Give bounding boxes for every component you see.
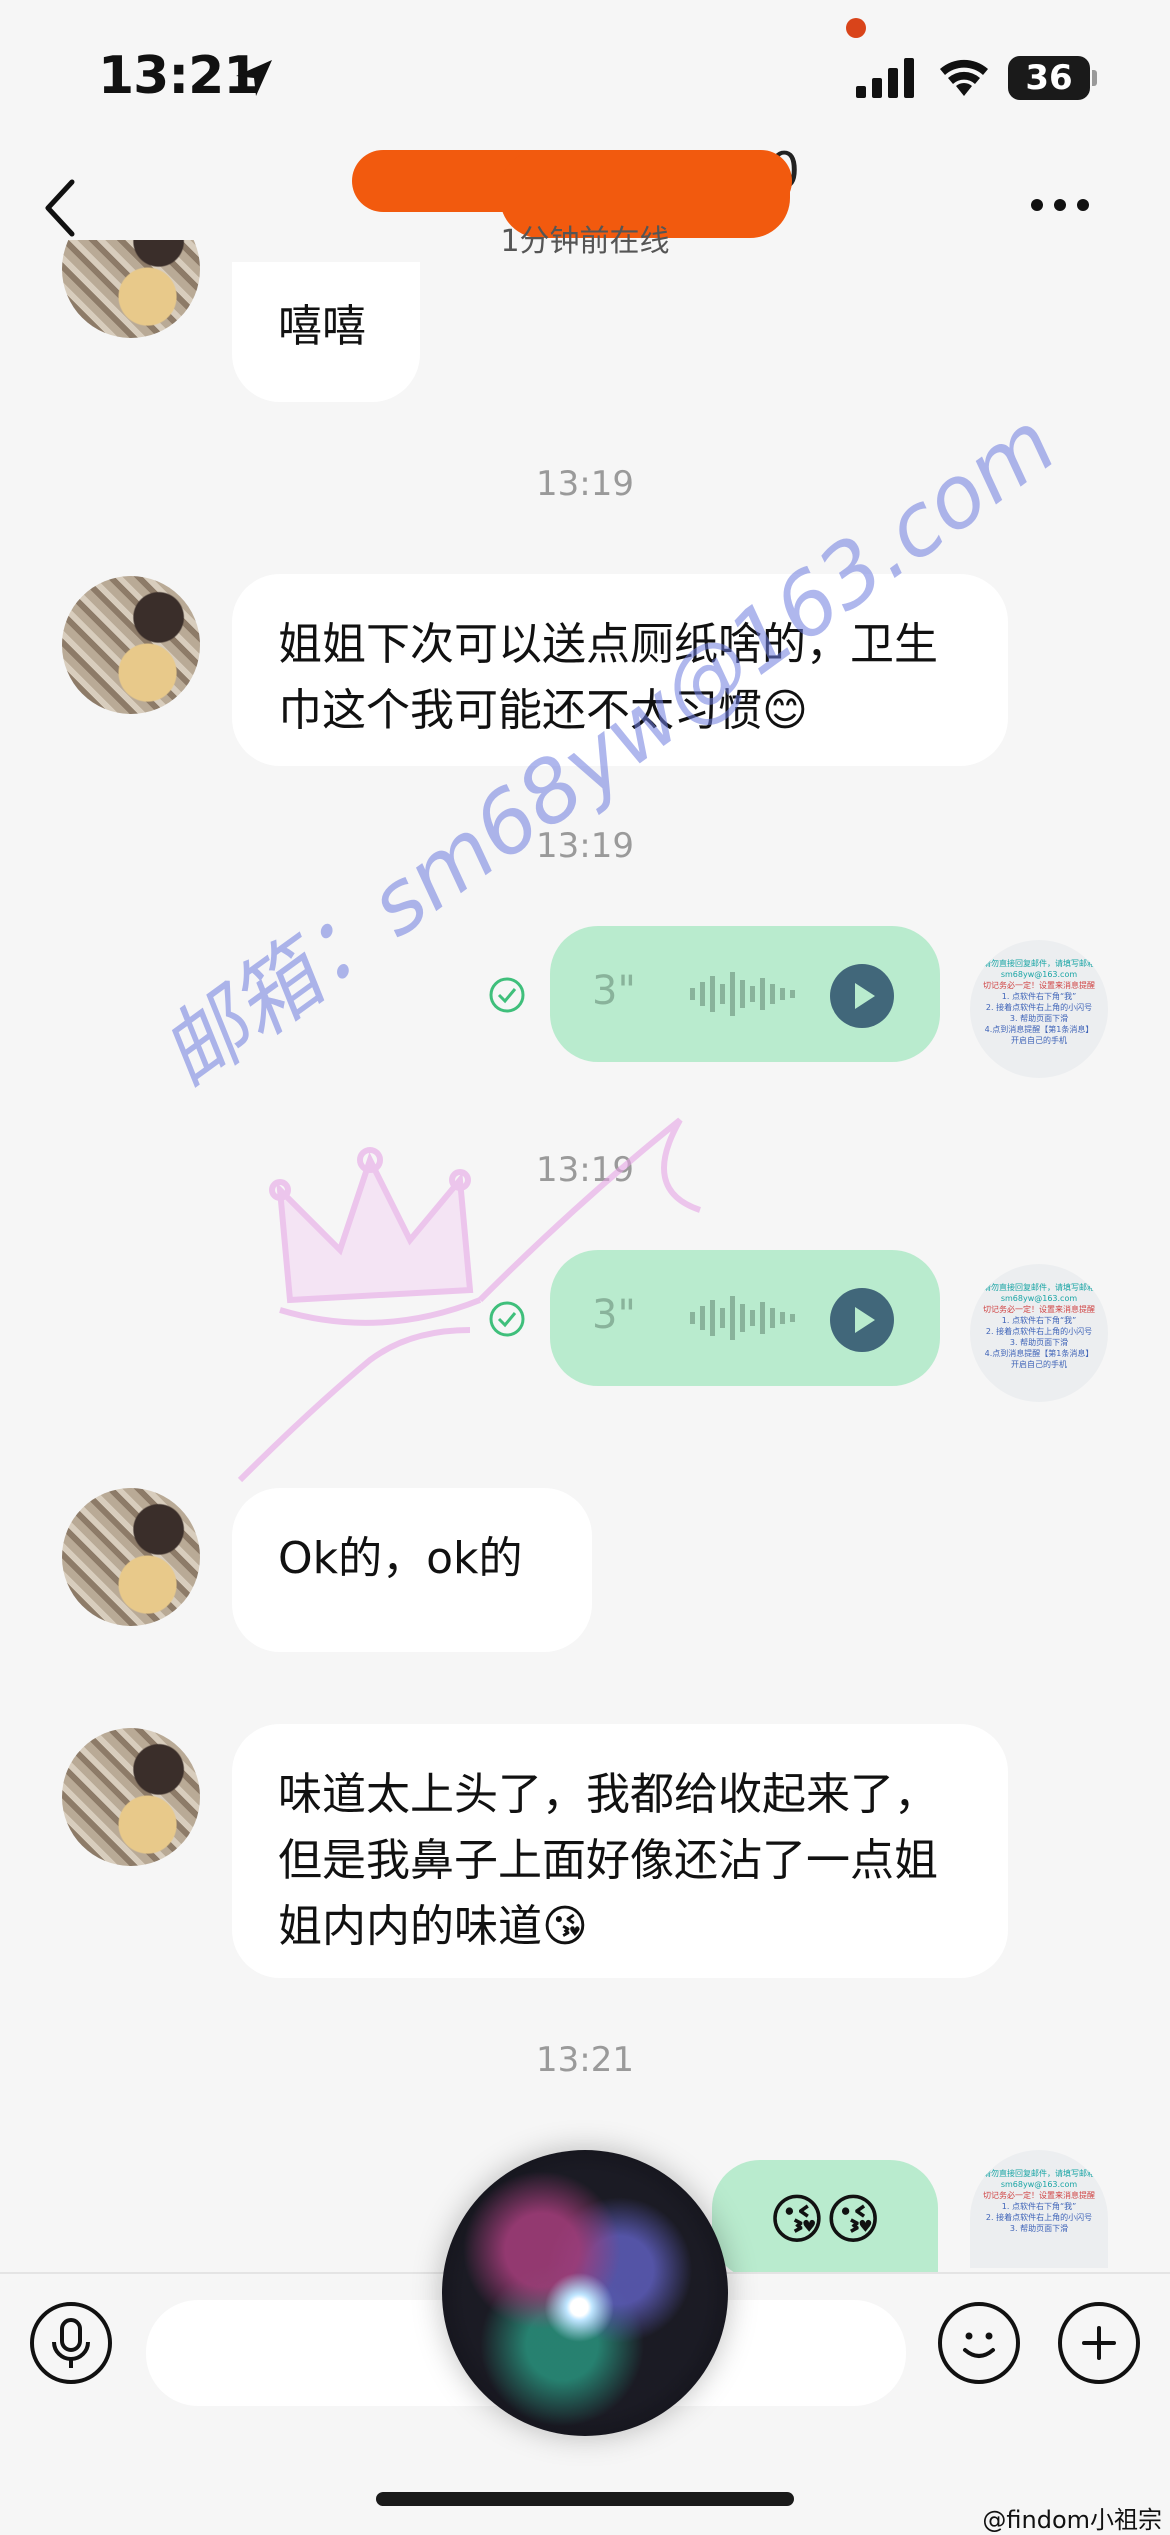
- location-arrow-icon: [236, 60, 272, 96]
- avatar-text: 请勿直接回复邮件，请填写邮箱: [983, 1283, 1095, 1292]
- timestamp: 13:21: [536, 2040, 634, 2080]
- battery-indicator: 36: [1008, 56, 1090, 100]
- home-indicator[interactable]: [376, 2492, 794, 2506]
- battery-tip: [1092, 70, 1097, 86]
- add-button[interactable]: [1058, 2302, 1140, 2384]
- wifi-icon: [940, 59, 988, 96]
- avatar-text: 3. 帮助页面下滑: [1009, 1014, 1069, 1023]
- self-avatar[interactable]: 请勿直接回复邮件，请填写邮箱 sm68yw@163.com 切记务必一定！设置来…: [970, 1264, 1108, 1402]
- avatar-text: 4.点到消息提醒【第1条消息】: [984, 1349, 1094, 1358]
- message-bubble[interactable]: 嘻嘻: [232, 262, 420, 402]
- avatar-text: 1. 点软件右下角“我”: [1001, 2202, 1077, 2211]
- battery-level: 36: [1025, 58, 1073, 98]
- avatar-text: 请勿直接回复邮件，请填写邮箱: [983, 959, 1095, 968]
- self-avatar[interactable]: 请勿直接回复邮件，请填写邮箱 sm68yw@163.com 切记务必一定！设置来…: [970, 940, 1108, 1078]
- contact-avatar[interactable]: [62, 1728, 200, 1866]
- avatar-text: sm68yw@163.com: [1000, 970, 1078, 979]
- avatar-text: 切记务必一定！设置来消息提醒: [983, 981, 1095, 990]
- waveform-icon: [690, 972, 795, 1016]
- message-bubble[interactable]: Ok的，ok的: [232, 1488, 592, 1652]
- recording-indicator: [846, 18, 866, 38]
- siri-orb[interactable]: [442, 2150, 728, 2436]
- microphone-icon: [52, 2318, 90, 2368]
- avatar-text: 3. 帮助页面下滑: [1009, 2224, 1069, 2233]
- voice-duration: 3": [592, 968, 636, 1014]
- avatar-text: 3. 帮助页面下滑: [1009, 1338, 1069, 1347]
- avatar-text: 1. 点软件右下角“我”: [1001, 1316, 1077, 1325]
- check-circle-icon: [489, 977, 525, 1013]
- avatar-text: 2. 接着点软件右上角的小闪号: [985, 1327, 1093, 1336]
- contact-avatar[interactable]: [62, 576, 200, 714]
- avatar-text: 开启自己的手机: [1011, 1036, 1067, 1045]
- avatar-text: 切记务必一定！设置来消息提醒: [983, 2191, 1095, 2200]
- avatar-text: 4.点到消息提醒【第1条消息】: [984, 1025, 1094, 1034]
- emoji-icon: [963, 2332, 995, 2358]
- play-icon[interactable]: [830, 964, 894, 1028]
- voice-message[interactable]: 3": [550, 926, 940, 1062]
- avatar-text: 切记务必一定！设置来消息提醒: [983, 1305, 1095, 1314]
- self-avatar[interactable]: 请勿直接回复邮件，请填写邮箱 sm68yw@163.com 切记务必一定！设置来…: [970, 2150, 1108, 2268]
- avatar-text: sm68yw@163.com: [1000, 1294, 1078, 1303]
- emoji-button[interactable]: [938, 2302, 1020, 2384]
- avatar-text: 2. 接着点软件右上角的小闪号: [985, 2213, 1093, 2222]
- message-bubble[interactable]: 😘😘: [712, 2160, 938, 2280]
- play-icon[interactable]: [830, 1288, 894, 1352]
- signal-icon: [856, 58, 914, 98]
- message-bubble[interactable]: 味道太上头了，我都给收起来了，但是我鼻子上面好像还沾了一点姐姐内内的味道😘: [232, 1724, 1008, 1978]
- avatar-text: 1. 点软件右下角“我”: [1001, 992, 1077, 1001]
- avatar-text: 开启自己的手机: [1011, 1360, 1067, 1369]
- contact-avatar[interactable]: [62, 1488, 200, 1626]
- plus-icon: [1082, 2326, 1116, 2360]
- avatar-text: 2. 接着点软件右上角的小闪号: [985, 1003, 1093, 1012]
- crown-watermark: [237, 1117, 701, 1483]
- avatar-text: 请勿直接回复邮件，请填写邮箱: [983, 2169, 1095, 2178]
- credit-watermark: @findom小祖宗: [982, 2506, 1162, 2534]
- voice-input-button[interactable]: [30, 2302, 112, 2384]
- more-icon[interactable]: [1030, 198, 1090, 212]
- avatar-text: sm68yw@163.com: [1000, 2180, 1078, 2189]
